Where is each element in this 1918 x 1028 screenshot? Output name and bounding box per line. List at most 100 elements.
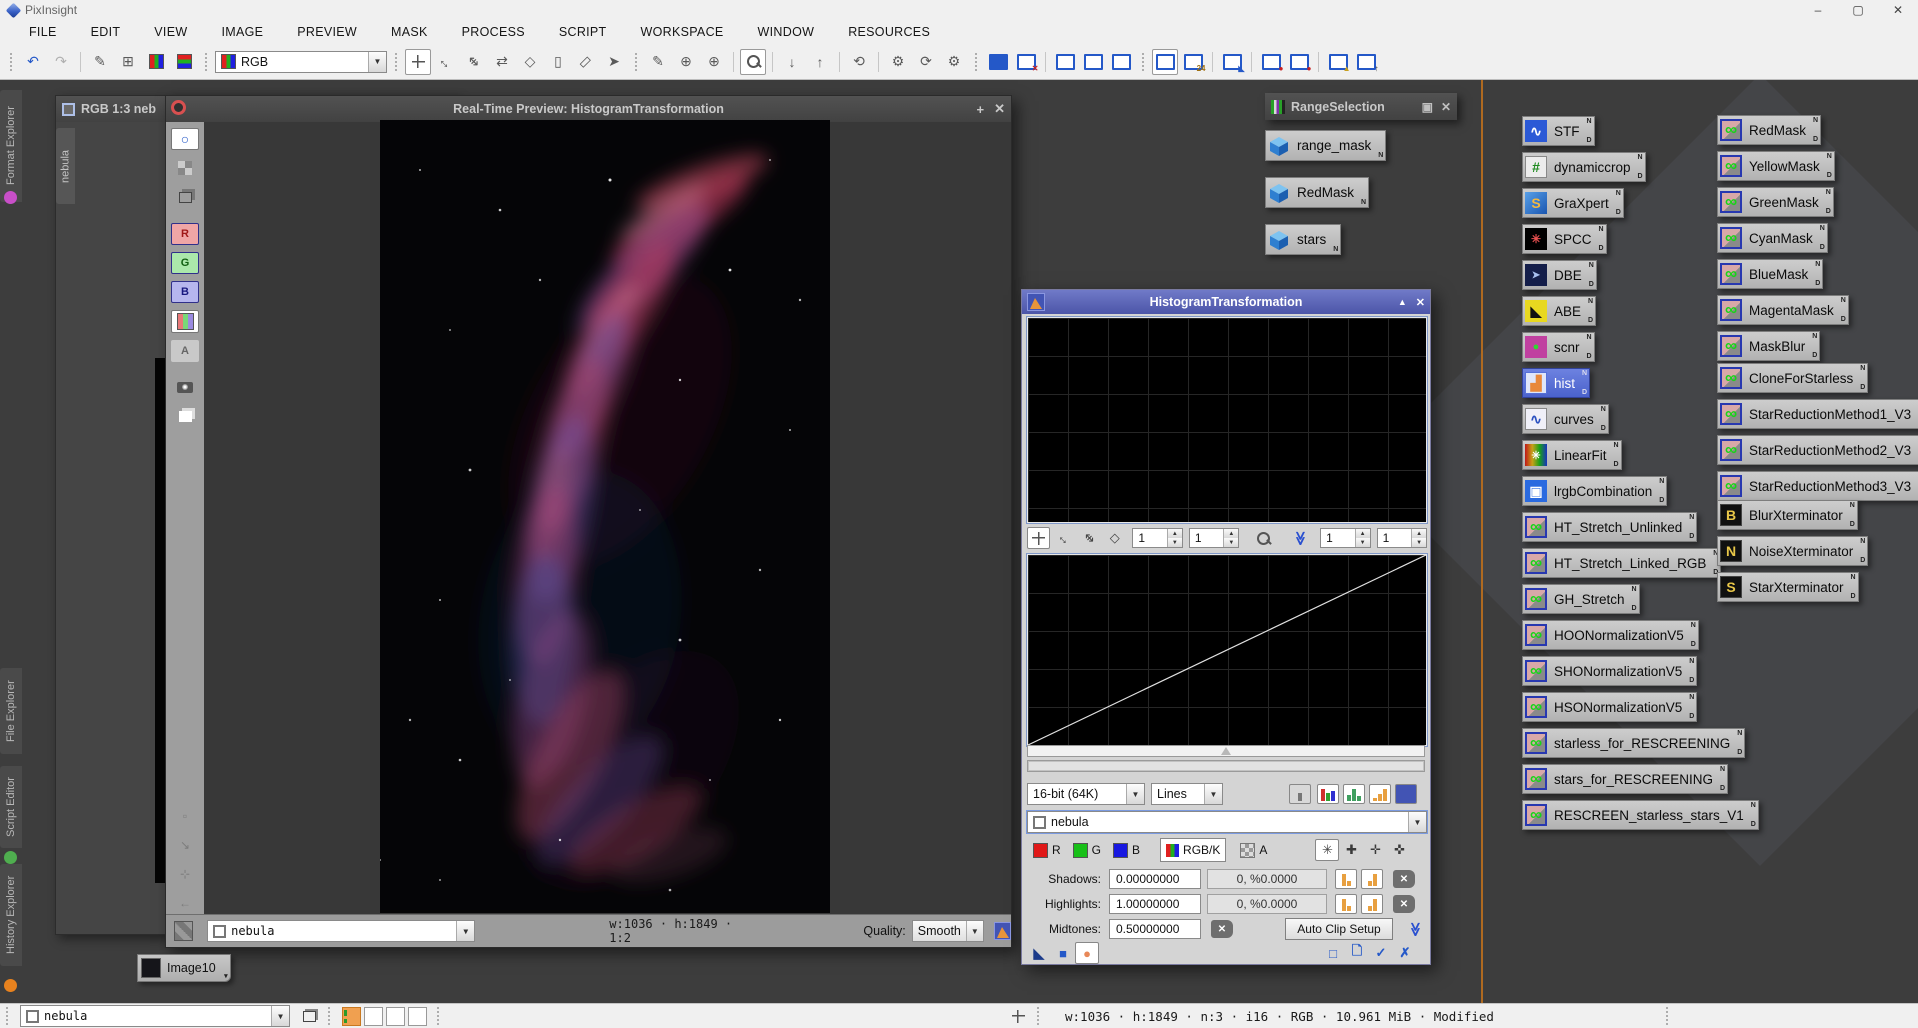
layers-icon[interactable] — [171, 186, 199, 208]
edit-instance-icon[interactable]: ✎ — [645, 49, 671, 75]
toolbar-grip[interactable] — [973, 51, 979, 73]
menu-item[interactable]: MASK — [374, 25, 445, 39]
export-icon[interactable]: ↑ — [807, 49, 833, 75]
midtones-input[interactable]: 0.50000000 — [1109, 919, 1201, 939]
process-icon-item[interactable]: StarReductionMethod2_V3 N D — [1717, 435, 1918, 465]
spin-down-icon[interactable]: ▼ — [1168, 538, 1182, 547]
zoom-to-fit-icon[interactable]: ↔ — [433, 49, 459, 75]
channel-alpha-button[interactable]: A — [1234, 838, 1273, 862]
clip-mode-2-icon[interactable]: ✛ — [1363, 839, 1387, 861]
menu-item[interactable]: PREVIEW — [280, 25, 374, 39]
iconized-image-window[interactable]: Image10 ▾ — [137, 954, 231, 982]
process-icon-item[interactable]: SPCC N D — [1522, 224, 1607, 254]
process-icon-item[interactable]: starless_for_RESCREENING N D — [1522, 728, 1745, 758]
browse-docs-icon[interactable]: □ — [1321, 942, 1345, 964]
green-channel-button[interactable]: G — [171, 252, 199, 274]
range-selection-titlebar[interactable]: RangeSelection ▣ — [1265, 93, 1457, 120]
readout-mode-icon[interactable] — [1027, 527, 1050, 549]
toolbar-grip[interactable] — [1140, 51, 1146, 73]
menu-item[interactable]: SCRIPT — [542, 25, 624, 39]
new-instance-icon[interactable]: ⊕ — [673, 49, 699, 75]
spin-down-icon[interactable]: ▼ — [1356, 538, 1370, 547]
horizontal-zoom-spinner[interactable]: 1 ▲▼ — [1132, 528, 1183, 548]
spin-down-icon[interactable]: ▼ — [1224, 538, 1238, 547]
workspace-2-button[interactable] — [364, 1007, 383, 1026]
process-icon-item[interactable]: HT_Stretch_Unlinked N D — [1522, 512, 1697, 542]
channel-rgbk-button[interactable]: RGB/K — [1160, 838, 1226, 862]
dock-tab-format-explorer[interactable]: Format Explorer — [0, 90, 22, 202]
apply-icon[interactable]: ■ — [1051, 942, 1075, 964]
process-icon-item[interactable]: StarXterminator N D — [1717, 572, 1859, 602]
execute-icon[interactable]: ✓ — [1369, 942, 1393, 964]
dialog-close-button[interactable] — [1416, 296, 1425, 309]
chevron-down-icon[interactable]: ▼ — [966, 921, 983, 941]
menu-item[interactable]: FILE — [12, 25, 74, 39]
screen-24bit-icon[interactable]: 24 — [1180, 49, 1206, 75]
process-icon-item[interactable]: stars_for_RESCREENING N D — [1522, 764, 1728, 794]
process-icon-item[interactable]: StarReductionMethod3_V3 N D — [1717, 471, 1918, 501]
resize-view-icon[interactable]: ↘ — [171, 834, 199, 856]
spin-up-icon[interactable]: ▲ — [1412, 529, 1426, 538]
clip-mode-1-icon[interactable]: ✚ — [1339, 839, 1363, 861]
process-icon-item[interactable]: hist N D — [1522, 368, 1590, 398]
view-icon-item[interactable]: RedMask N — [1265, 177, 1369, 208]
show-rgb-histograms-icon[interactable] — [1317, 784, 1339, 804]
toolbar-grip[interactable] — [8, 51, 14, 73]
close-window-icon[interactable]: ✕ — [1013, 49, 1039, 75]
process-icon-item[interactable]: CloneForStarless N D — [1717, 363, 1868, 393]
red-channel-button[interactable]: R — [171, 223, 199, 245]
track-views-icon[interactable]: ✳ — [1315, 839, 1339, 861]
close-button[interactable] — [1878, 0, 1918, 20]
process-icon-item[interactable]: lrgbCombination N D — [1522, 476, 1667, 506]
unshade-button[interactable]: ▣ — [1422, 100, 1433, 114]
highlights-reset-icon[interactable]: ✕ — [1393, 895, 1415, 913]
channel-green-button[interactable]: G — [1067, 838, 1107, 862]
chevron-down-icon[interactable]: ▼ — [456, 921, 474, 941]
import-icon[interactable]: ↓ — [779, 49, 805, 75]
cancel-icon[interactable]: ✗ — [1393, 942, 1417, 964]
fit-zoom-icon[interactable] — [174, 921, 193, 941]
process-icon-item[interactable]: MaskBlur N D — [1717, 331, 1820, 361]
chevron-down-icon[interactable]: ▼ — [1126, 784, 1144, 804]
auto-clip-setup-button[interactable]: Auto Clip Setup — [1285, 918, 1393, 940]
menu-item[interactable]: PROCESS — [445, 25, 542, 39]
menu-item[interactable]: WINDOW — [741, 25, 832, 39]
process-icon-item[interactable]: MagentaMask N D — [1717, 295, 1849, 325]
view-icon-item[interactable]: range_mask N — [1265, 130, 1386, 161]
view-icon-item[interactable]: stars N — [1265, 224, 1341, 255]
minimize-button[interactable] — [1798, 0, 1838, 20]
chevron-down-icon[interactable]: ▼ — [368, 52, 386, 72]
channel-red-button[interactable]: R — [1027, 838, 1067, 862]
statusbar-grip[interactable] — [1035, 1005, 1041, 1027]
chevron-down-icon[interactable]: ▼ — [1408, 812, 1426, 832]
workspace-1-button[interactable] — [342, 1007, 361, 1026]
extract-channels-icon[interactable] — [143, 49, 169, 75]
blue-channel-button[interactable]: B — [171, 281, 199, 303]
expand-panel-icon[interactable]: ≫ — [1289, 527, 1312, 549]
channel-blue-button[interactable]: B — [1107, 838, 1146, 862]
select-mode-icon[interactable]: ➤ — [601, 49, 627, 75]
shadows-reset-icon[interactable]: ✕ — [1393, 870, 1415, 888]
process-icon-item[interactable]: DBE N D — [1522, 260, 1597, 290]
save-view-icon[interactable]: ⊞ — [115, 49, 141, 75]
process-icon-item[interactable]: NoiseXterminator N D — [1717, 536, 1868, 566]
workspace-3-button[interactable] — [386, 1007, 405, 1026]
process-icon-item[interactable]: GH_Stretch N D — [1522, 584, 1640, 614]
primary-screen-icon[interactable] — [1152, 49, 1178, 75]
toolbar-grip[interactable] — [203, 51, 209, 73]
combine-channels-icon[interactable] — [171, 49, 197, 75]
shadows-clip-right-icon[interactable] — [1361, 869, 1383, 889]
toolbar-grip[interactable] — [633, 51, 639, 73]
pan-mode-icon[interactable] — [405, 49, 431, 75]
clip-mode-3-icon[interactable]: ✜ — [1387, 839, 1411, 861]
windows-stack-icon[interactable] — [171, 406, 199, 428]
detach-view-icon[interactable]: ▫ — [171, 805, 199, 827]
statusbar-grip[interactable] — [4, 1005, 10, 1027]
spin-down-icon[interactable]: ▼ — [1412, 538, 1426, 547]
menu-item[interactable]: VIEW — [137, 25, 204, 39]
new-window-icon[interactable] — [985, 49, 1011, 75]
process-icon-item[interactable]: STF N D — [1522, 116, 1595, 146]
chevron-down-icon[interactable]: ▼ — [271, 1006, 289, 1026]
workspace-4-button[interactable] — [408, 1007, 427, 1026]
preview-close-button[interactable] — [994, 101, 1005, 117]
